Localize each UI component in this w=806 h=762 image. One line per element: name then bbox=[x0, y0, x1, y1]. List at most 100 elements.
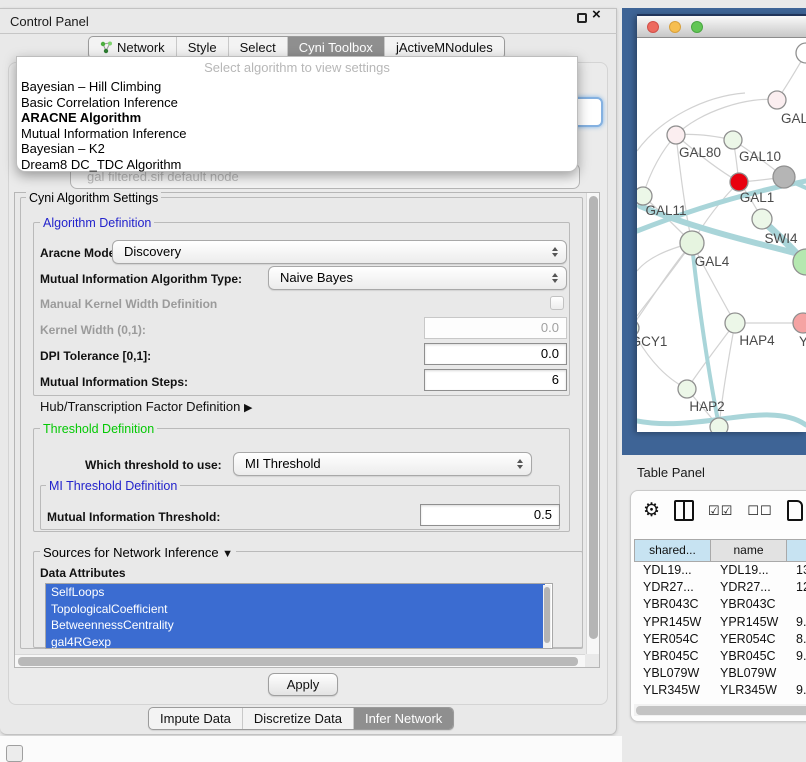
combo-arrows-icon bbox=[517, 459, 523, 469]
tab-style[interactable]: Style bbox=[176, 37, 228, 58]
document-icon[interactable] bbox=[787, 500, 803, 521]
tab-network[interactable]: Network bbox=[89, 37, 176, 58]
list-scrollbar[interactable] bbox=[543, 585, 551, 649]
aracne-mode-value: Discovery bbox=[113, 241, 566, 263]
table-row[interactable]: YBR045CYBR045C9. bbox=[634, 648, 806, 665]
node-salmon-cut[interactable] bbox=[793, 313, 806, 333]
dropdown-item[interactable]: Dream8 DC_TDC Algorithm bbox=[17, 157, 577, 173]
node-label: GCY1 bbox=[637, 334, 667, 349]
table-toolbar: ⚙ ☑☑ ☐☐ bbox=[643, 499, 803, 522]
column-header[interactable]: shared... bbox=[634, 539, 711, 562]
table-row[interactable]: YIL052CYIL052C9 bbox=[634, 700, 806, 704]
node-gray[interactable] bbox=[773, 166, 795, 188]
table-scrollbar-thumb[interactable] bbox=[636, 706, 806, 715]
window-close-icon[interactable] bbox=[647, 21, 659, 33]
table-header: shared... name A bbox=[634, 539, 806, 562]
deselect-columns-icon[interactable]: ☐☐ bbox=[747, 503, 772, 519]
node-partial-bottom[interactable] bbox=[710, 418, 728, 432]
horizontal-scrollbar-thumb[interactable] bbox=[18, 657, 578, 666]
table-panel-title: Table Panel bbox=[637, 465, 705, 480]
network-tab-icon bbox=[100, 41, 113, 54]
which-threshold-label: Which threshold to use: bbox=[85, 458, 222, 472]
table-row[interactable]: YLR345WYLR345W9. bbox=[634, 682, 806, 699]
node-partial-top[interactable] bbox=[796, 43, 806, 63]
mi-steps-field[interactable]: 6 bbox=[424, 369, 567, 391]
vertical-scrollbar[interactable] bbox=[586, 193, 599, 654]
column-header[interactable]: A bbox=[787, 539, 806, 562]
tab-jactivemnodules[interactable]: jActiveMNodules bbox=[384, 37, 504, 58]
tab-select[interactable]: Select bbox=[228, 37, 287, 58]
node-gal1-red[interactable] bbox=[730, 173, 748, 191]
node-label: HAP4 bbox=[739, 333, 775, 348]
cyni-mode-tabs: Impute Data Discretize Data Infer Networ… bbox=[148, 707, 454, 730]
column-header[interactable]: name bbox=[711, 539, 787, 562]
table-row[interactable]: YPR145WYPR145W9. bbox=[634, 614, 806, 631]
attribute-item-selected[interactable]: gal4RGexp bbox=[46, 634, 545, 650]
tab-discretize-data[interactable]: Discretize Data bbox=[242, 708, 353, 729]
table-row[interactable]: YBR043CYBR043C bbox=[634, 596, 806, 613]
table-row[interactable]: YER054CYER054C8. bbox=[634, 631, 806, 648]
dropdown-item[interactable]: Mutual Information Inference bbox=[17, 126, 577, 142]
node-label: SWI4 bbox=[764, 231, 797, 246]
table-row[interactable]: YDR27...YDR27...12 bbox=[634, 579, 806, 596]
apply-button[interactable]: Apply bbox=[268, 673, 338, 696]
attribute-item-selected[interactable]: TopologicalCoefficient bbox=[46, 601, 545, 618]
mi-type-label: Mutual Information Algorithm Type: bbox=[40, 272, 242, 286]
manual-kernel-checkbox[interactable] bbox=[550, 296, 564, 310]
algorithm-definition-title: Algorithm Definition bbox=[40, 216, 154, 230]
tab-impute-data[interactable]: Impute Data bbox=[149, 708, 242, 729]
table-row[interactable]: YBL079WYBL079W bbox=[634, 665, 806, 682]
node-label: GAL10 bbox=[739, 149, 781, 164]
node-swi4[interactable] bbox=[752, 209, 772, 229]
panel-grip-icon[interactable] bbox=[6, 745, 23, 762]
table-row[interactable]: YDL19...YDL19...13 bbox=[634, 562, 806, 579]
float-panel-icon[interactable] bbox=[577, 13, 587, 23]
manual-kernel-label: Manual Kernel Width Definition bbox=[40, 297, 217, 311]
vertical-scrollbar-thumb[interactable] bbox=[589, 196, 598, 639]
combo-arrows-icon bbox=[552, 247, 558, 257]
node-gal-cut[interactable] bbox=[768, 91, 786, 109]
window-zoom-icon[interactable] bbox=[691, 21, 703, 33]
mi-threshold-group-title: MI Threshold Definition bbox=[46, 479, 180, 493]
hub-definition-toggle[interactable]: Hub/Transcription Factor Definition ▶ bbox=[40, 399, 252, 414]
dropdown-item[interactable]: Basic Correlation Inference bbox=[17, 95, 577, 111]
tab-infer-network[interactable]: Infer Network bbox=[353, 708, 453, 729]
columns-icon[interactable] bbox=[674, 500, 694, 521]
close-icon[interactable]: × bbox=[592, 6, 601, 23]
node-gal10[interactable] bbox=[724, 131, 742, 149]
combo-arrows-icon bbox=[552, 273, 558, 283]
node-label: GAL bbox=[781, 111, 806, 126]
node-gal80[interactable] bbox=[667, 126, 685, 144]
select-columns-icon[interactable]: ☑☑ bbox=[708, 503, 733, 519]
gear-icon[interactable]: ⚙ bbox=[643, 499, 660, 522]
node-table: shared... name A YDL19...YDL19...13 YDR2… bbox=[634, 539, 806, 703]
attribute-item-selected[interactable]: BetweennessCentrality bbox=[46, 617, 545, 634]
dpi-tolerance-field[interactable]: 0.0 bbox=[424, 343, 567, 365]
mi-threshold-field[interactable]: 0.5 bbox=[420, 504, 560, 526]
kernel-width-field[interactable]: 0.0 bbox=[424, 317, 567, 339]
sources-title[interactable]: Sources for Network Inference ▼ bbox=[40, 545, 236, 560]
dpi-tolerance-label: DPI Tolerance [0,1]: bbox=[40, 349, 151, 363]
node-hap4[interactable] bbox=[725, 313, 745, 333]
status-strip bbox=[0, 736, 622, 762]
which-threshold-combo[interactable]: MI Threshold bbox=[233, 452, 532, 476]
kernel-width-label: Kernel Width (0,1): bbox=[40, 323, 146, 337]
node-hap2[interactable] bbox=[678, 380, 696, 398]
tab-cyni-toolbox[interactable]: Cyni Toolbox bbox=[287, 37, 384, 58]
network-canvas[interactable]: GAL GAL80 GAL10 GAL1 GAL11 SWI4 GAL4 GCY… bbox=[637, 39, 806, 432]
threshold-definition-title: Threshold Definition bbox=[40, 422, 157, 436]
dropdown-item[interactable]: Bayesian – Hill Climbing bbox=[17, 79, 577, 95]
network-window-titlebar[interactable] bbox=[637, 16, 806, 38]
window-minimize-icon[interactable] bbox=[669, 21, 681, 33]
algorithm-dropdown-popup: Select algorithm to view settings Bayesi… bbox=[16, 56, 578, 172]
table-horizontal-scrollbar[interactable] bbox=[634, 704, 806, 716]
mi-type-combo[interactable]: Naive Bayes bbox=[268, 266, 567, 290]
dropdown-item-selected[interactable]: ARACNE Algorithm bbox=[17, 110, 577, 126]
dropdown-item[interactable]: Bayesian – K2 bbox=[17, 141, 577, 157]
attribute-item-selected[interactable]: SelfLoops bbox=[46, 584, 545, 601]
aracne-mode-label: Aracne Mode: bbox=[40, 246, 119, 260]
network-graph: GAL GAL80 GAL10 GAL1 GAL11 SWI4 GAL4 GCY… bbox=[637, 39, 806, 432]
horizontal-scrollbar[interactable] bbox=[15, 654, 585, 667]
aracne-mode-combo[interactable]: Discovery bbox=[112, 240, 567, 264]
node-gal4[interactable] bbox=[680, 231, 704, 255]
